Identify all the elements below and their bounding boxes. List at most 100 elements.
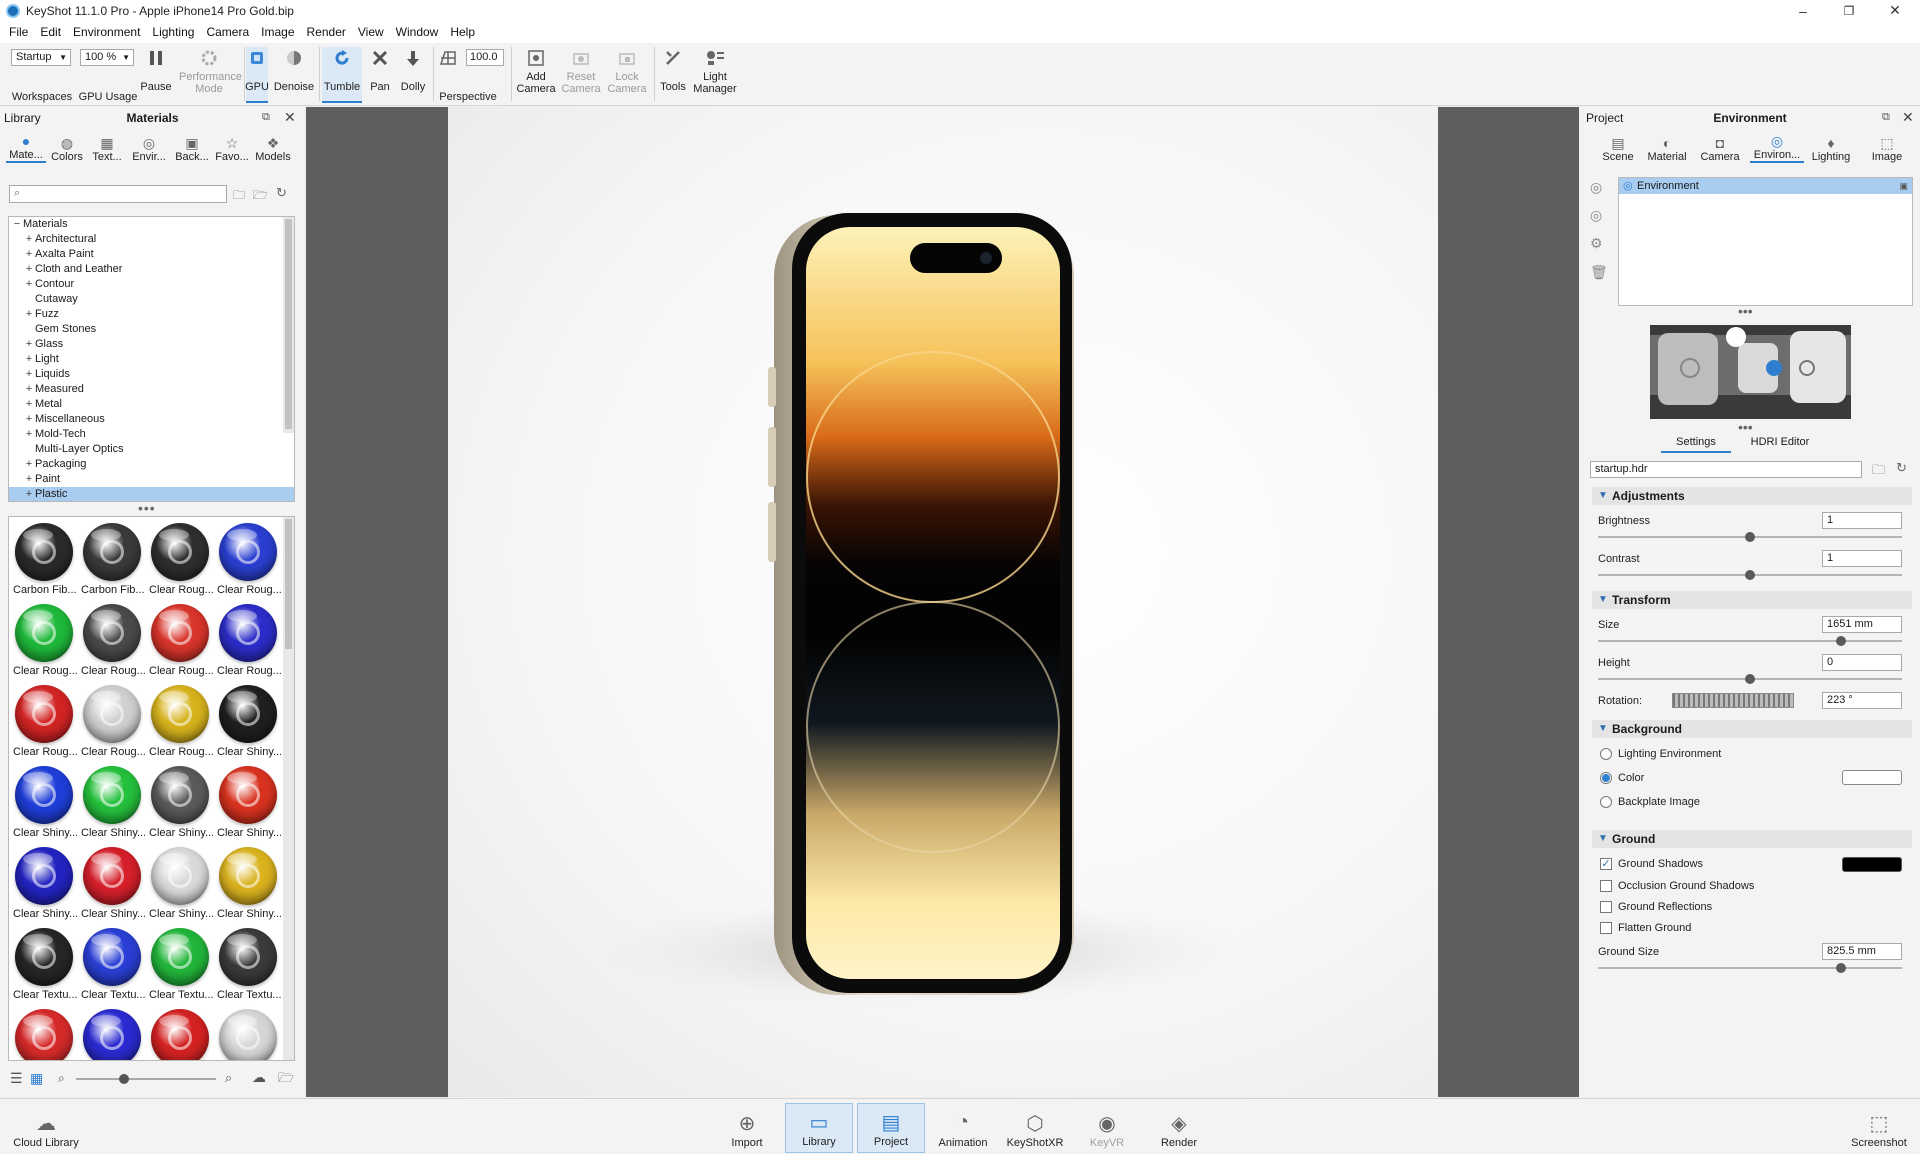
expand-icon[interactable]: + [23,427,35,442]
material-thumbnail[interactable] [11,1005,77,1060]
expand-icon[interactable]: + [23,232,35,247]
contrast-slider-knob[interactable] [1745,570,1755,580]
tree-item[interactable]: Gem Stones [9,322,294,337]
expand-icon[interactable]: + [23,397,35,412]
pan-button[interactable]: Pan [366,47,394,103]
tab-material[interactable]: ◐ Material [1644,131,1690,163]
material-thumbnail[interactable]: Clear Roug... [79,681,145,761]
expand-icon[interactable]: + [23,352,35,367]
brightness-slider[interactable] [1598,532,1902,542]
tab-image[interactable]: ⬚ Image [1864,131,1910,163]
rotation-field[interactable]: 223 ° [1822,692,1902,709]
menu-render[interactable]: Render [301,21,352,43]
duplicate-environment-icon[interactable]: ◎ [1590,207,1602,224]
render-button[interactable]: ◈ Render [1145,1103,1213,1153]
thumbnail-size-slider[interactable] [76,1078,216,1080]
adjustments-section-header[interactable]: ▼ Adjustments [1592,487,1912,505]
material-thumbnail[interactable]: Clear Roug... [215,600,281,680]
expand-icon[interactable]: + [23,412,35,427]
splitter-handle-icon[interactable]: ••• [1738,420,1753,434]
workspaces-button[interactable]: Workspaces [8,47,76,103]
background-section-header[interactable]: ▼ Background [1592,720,1912,738]
material-thumbnail[interactable]: Carbon Fib... [11,519,77,599]
delete-icon[interactable]: 🗑 [1590,264,1608,281]
minimize-button[interactable]: – [1780,0,1826,21]
brightness-slider-knob[interactable] [1745,532,1755,542]
material-thumbnail[interactable]: Clear Textu... [11,924,77,1004]
material-thumbnail[interactable]: Clear Shiny... [79,843,145,923]
height-field[interactable]: 0 [1822,654,1902,671]
material-thumbnail[interactable]: Clear Shiny... [215,762,281,842]
expand-icon[interactable]: + [23,307,35,322]
denoise-button[interactable]: Denoise [272,47,316,103]
material-thumbnail[interactable]: Clear Roug... [147,519,213,599]
menu-image[interactable]: Image [255,21,300,43]
folder-open-icon[interactable]: 🗀 [233,186,245,207]
animation-button[interactable]: ◔ Animation [929,1103,997,1153]
tree-scrollbar[interactable] [283,217,294,433]
refresh-icon[interactable]: ↻ [276,185,287,201]
expand-icon[interactable]: + [23,382,35,397]
close-panel-icon[interactable]: ✕ [1902,109,1914,126]
refresh-icon[interactable]: ↻ [1896,460,1907,476]
brightness-field[interactable]: 1 [1822,512,1902,529]
height-slider[interactable] [1598,674,1902,684]
material-thumbnail[interactable] [79,1005,145,1060]
tab-materials[interactable]: ● Mate... [6,131,46,163]
thumbs-scrollbar[interactable] [283,517,294,1060]
add-environment-icon[interactable]: ◎ [1590,179,1602,196]
tab-environment[interactable]: ◎ Environ... [1750,131,1804,163]
menu-lighting[interactable]: Lighting [146,21,200,43]
background-color-swatch[interactable] [1842,770,1902,785]
tree-item[interactable]: + Packaging [9,457,294,472]
tree-item[interactable]: + Cloth and Leather [9,262,294,277]
tree-item[interactable]: + Light [9,352,294,367]
hdr-file-field[interactable]: startup.hdr [1590,461,1862,478]
reset-camera-button[interactable]: Reset Camera [559,47,603,103]
tools-button[interactable]: Tools [658,47,688,103]
performance-mode-button[interactable]: Performance Mode [176,47,242,103]
gpu-button[interactable]: GPU [245,47,269,103]
thumbs-scrollbar-thumb[interactable] [285,519,292,649]
material-thumbnail[interactable]: Clear Roug... [11,681,77,761]
project-button[interactable]: ▤ Project [857,1103,925,1153]
radio-lighting-environment[interactable] [1600,748,1612,760]
material-thumbnail[interactable] [215,1005,281,1060]
perspective-button[interactable]: Perspective [438,47,498,103]
tree-item[interactable]: Multi-Layer Optics [9,442,294,457]
thumbnail-size-knob[interactable] [119,1074,129,1084]
lock-camera-button[interactable]: Lock Camera [605,47,649,103]
material-thumbnail[interactable]: Clear Textu... [79,924,145,1004]
subtab-hdri-editor[interactable]: HDRI Editor [1740,434,1820,453]
library-button[interactable]: ▭ Library [785,1103,853,1153]
menu-window[interactable]: Window [390,21,445,43]
folder-open-icon[interactable]: 🗀 [1872,461,1885,483]
ground-size-field[interactable]: 825.5 mm [1822,943,1902,960]
flatten-ground-checkbox[interactable] [1600,922,1612,934]
expand-icon[interactable]: + [23,457,35,472]
zoom-out-icon[interactable]: ⌕ [58,1071,65,1086]
tree-scrollbar-thumb[interactable] [285,219,292,429]
upload-cloud-icon[interactable]: ☁ [252,1069,266,1086]
hdri-highlight-pin[interactable] [1766,360,1782,376]
tab-lighting[interactable]: ♦ Lighting [1806,131,1856,163]
tree-item[interactable]: + Miscellaneous [9,412,294,427]
radio-color[interactable] [1600,772,1612,784]
rotation-dial[interactable] [1672,693,1794,708]
tumble-button[interactable]: Tumble [322,47,362,103]
tab-environments[interactable]: ◎ Envir... [128,131,170,163]
menu-environment[interactable]: Environment [67,21,146,43]
subtab-settings[interactable]: Settings [1661,434,1731,453]
material-thumbnail[interactable]: Clear Roug... [147,681,213,761]
grid-view-icon[interactable]: ▦ [30,1070,43,1087]
render-canvas[interactable] [448,107,1438,1097]
ground-shadows-checkbox[interactable]: ✓ [1600,858,1612,870]
size-field[interactable]: 1651 mm [1822,616,1902,633]
lock-icon[interactable]: ▣ [1899,178,1908,194]
tab-models[interactable]: ❖ Models [252,131,294,163]
tree-item[interactable]: + Metal [9,397,294,412]
tab-favorites[interactable]: ☆ Favo... [212,131,252,163]
contrast-slider[interactable] [1598,570,1902,580]
tab-colors[interactable]: ◍ Colors [48,131,86,163]
menu-edit[interactable]: Edit [34,21,67,43]
